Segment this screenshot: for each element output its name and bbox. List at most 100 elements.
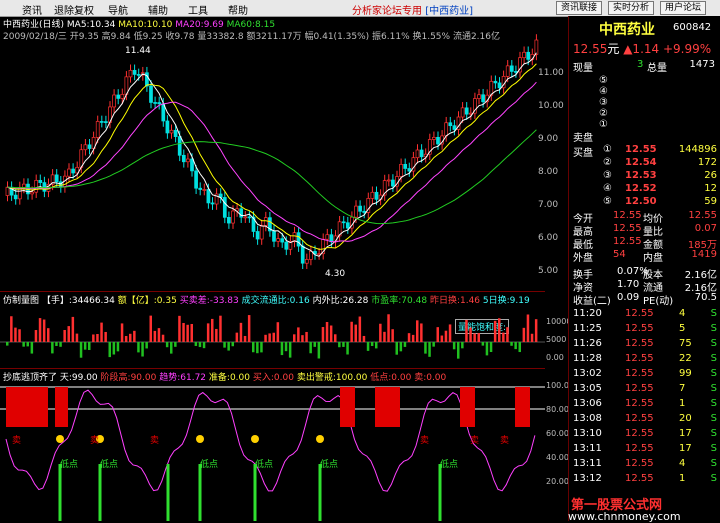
volume-bar bbox=[354, 324, 357, 342]
volume-bar bbox=[452, 342, 456, 350]
candle bbox=[272, 230, 276, 242]
candle bbox=[415, 149, 420, 159]
low-point-text: 低点 bbox=[100, 460, 119, 470]
sell-marker: 卖 bbox=[500, 435, 509, 446]
candle bbox=[481, 94, 485, 103]
volume-now-label: 现量 bbox=[573, 63, 593, 74]
volume-bar bbox=[47, 328, 50, 342]
candle bbox=[169, 129, 174, 134]
price-tick: 10.00 bbox=[538, 101, 564, 111]
tick-price: 12.55 bbox=[625, 368, 654, 379]
tick-price: 12.55 bbox=[625, 443, 654, 454]
sell-marker: 卖 bbox=[420, 435, 429, 446]
volume-bar bbox=[510, 342, 513, 346]
volume-bar bbox=[379, 323, 382, 342]
price-unit: 元 bbox=[607, 42, 620, 56]
sell-marker: 卖 bbox=[150, 435, 159, 446]
stock-name: 中西药业 bbox=[599, 22, 655, 38]
volume-bar bbox=[370, 342, 374, 346]
total-label: 总量 bbox=[647, 63, 667, 74]
tick-price: 12.55 bbox=[625, 398, 654, 409]
menu-zixun[interactable]: 资讯 bbox=[22, 2, 42, 17]
buy-level-volume: 26 bbox=[704, 170, 717, 181]
tick-time: 11:26 bbox=[573, 338, 602, 349]
volume-bar bbox=[498, 318, 501, 342]
volume-chart bbox=[0, 314, 545, 359]
volume-bar bbox=[174, 342, 177, 347]
tick-volume: 7 bbox=[679, 383, 686, 394]
candle bbox=[67, 168, 71, 177]
kline-panel[interactable]: 中西药业(日线) MA5:10.34 MA10:10.10 MA20:9.69 … bbox=[0, 16, 564, 292]
candle bbox=[54, 174, 59, 183]
volume-bar bbox=[350, 321, 353, 342]
prepare-dot bbox=[196, 435, 204, 443]
tick-volume: 4 bbox=[679, 458, 686, 469]
volume-bar bbox=[18, 329, 21, 342]
candle bbox=[206, 189, 211, 204]
volume-bar bbox=[362, 335, 366, 342]
low-point-text: 低点 bbox=[320, 460, 339, 470]
candle bbox=[509, 65, 514, 72]
volume-bar bbox=[297, 327, 300, 342]
menu-daohang[interactable]: 导航 bbox=[108, 2, 128, 17]
candle bbox=[210, 202, 215, 205]
realtime-button[interactable]: 实时分析 bbox=[608, 1, 655, 15]
menu-fuzhu[interactable]: 辅助 bbox=[148, 2, 168, 17]
candle bbox=[374, 191, 379, 200]
menu-fuquan[interactable]: 退除复权 bbox=[54, 2, 94, 17]
sell-label-row: 卖盘 bbox=[573, 129, 719, 144]
volume-bar bbox=[264, 334, 267, 342]
candle bbox=[358, 205, 362, 212]
candle bbox=[304, 259, 309, 264]
candle bbox=[95, 121, 100, 138]
volume-bar bbox=[42, 319, 46, 342]
sell-level: ③ bbox=[599, 97, 608, 108]
menu-bangzhu[interactable]: 帮助 bbox=[228, 2, 248, 17]
candle bbox=[399, 163, 403, 177]
tick-price: 12.55 bbox=[625, 458, 654, 469]
menu-gongju[interactable]: 工具 bbox=[188, 2, 208, 17]
candle bbox=[202, 189, 207, 191]
volume-bar bbox=[186, 324, 189, 342]
volume-bar bbox=[399, 342, 403, 352]
candle bbox=[227, 216, 231, 224]
candle bbox=[534, 39, 539, 55]
tick-volume: 22 bbox=[679, 353, 692, 364]
tick-time: 13:05 bbox=[573, 383, 602, 394]
volume-bar bbox=[465, 319, 468, 342]
volume-bar bbox=[526, 314, 530, 342]
indicator-panel[interactable]: 抄底逃顶齐了 天:99.00 阶段高:90.00 趋势:61.72 准备:0.0… bbox=[0, 369, 574, 521]
volume-bar bbox=[461, 342, 464, 349]
sell-marker: 卖 bbox=[12, 435, 21, 446]
volume-bar bbox=[358, 316, 362, 342]
news-link-button[interactable]: 资讯联接 bbox=[556, 1, 603, 15]
candle bbox=[186, 158, 190, 163]
candle bbox=[526, 51, 531, 60]
top-signal-bar bbox=[340, 387, 355, 427]
volume-bar bbox=[321, 327, 325, 342]
tick-side: S bbox=[710, 428, 717, 439]
candle bbox=[5, 186, 10, 196]
volume-bar bbox=[280, 342, 284, 356]
top-signal-bar bbox=[6, 387, 48, 427]
forum-button[interactable]: 用户论坛 bbox=[660, 1, 707, 15]
stat-value: 12.55 bbox=[613, 210, 642, 221]
sell-level: ⑤ bbox=[599, 75, 608, 86]
tick-time: 13:11 bbox=[573, 458, 602, 469]
candle bbox=[263, 217, 268, 226]
candle bbox=[128, 69, 133, 78]
candle bbox=[325, 234, 330, 240]
volume-bar bbox=[375, 342, 378, 349]
current-price: 12.55 bbox=[573, 42, 608, 56]
tick-time: 13:08 bbox=[573, 413, 602, 424]
tick-volume: 4 bbox=[679, 308, 686, 319]
buy-level-price: 12.55 bbox=[625, 144, 657, 155]
volume-bar bbox=[272, 332, 275, 342]
volume-bar bbox=[149, 315, 152, 342]
candle bbox=[276, 238, 280, 242]
buy-level-num: ① bbox=[603, 144, 612, 155]
volume-panel[interactable]: 仿制量图 【手】:34466.34 额【亿】:0.35 买卖差:-33.83 成… bbox=[0, 292, 571, 369]
volume-bar bbox=[141, 342, 144, 357]
tick-time: 13:10 bbox=[573, 428, 602, 439]
candle bbox=[460, 107, 465, 118]
